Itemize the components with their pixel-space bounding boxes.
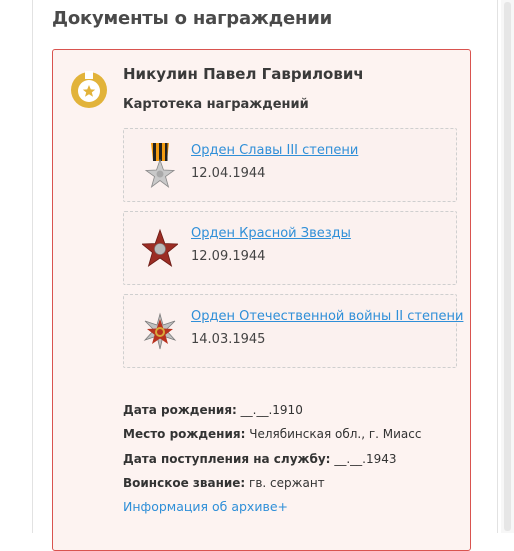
archive-info-link[interactable]: Информация об архиве+ bbox=[123, 499, 288, 514]
birth-date-row: Дата рождения: __.__.1910 bbox=[123, 403, 303, 417]
scrollbar-thumb[interactable] bbox=[504, 2, 511, 531]
rank-value: гв. сержант bbox=[249, 476, 325, 490]
rank-label: Воинское звание: bbox=[123, 476, 246, 490]
award-name-link[interactable]: Орден Отечественной войны II степени bbox=[191, 309, 463, 324]
award-date: 12.09.1944 bbox=[191, 249, 266, 264]
person-name: Никулин Павел Гаврилович bbox=[123, 65, 364, 83]
cardfile-title: Картотека награждений bbox=[123, 97, 309, 112]
award-item: Орден Отечественной войны II степени 14.… bbox=[123, 294, 463, 368]
award-item: Орден Красной Звезды 12.09.1944 bbox=[123, 211, 457, 285]
award-item: Орден Славы III степени 12.04.1944 bbox=[123, 128, 457, 202]
birth-place-value: Челябинская обл., г. Миасс bbox=[249, 427, 422, 441]
service-date-value: __.__.1943 bbox=[334, 452, 397, 466]
birth-date-value: __.__.1910 bbox=[240, 403, 303, 417]
birth-place-label: Место рождения: bbox=[123, 427, 246, 441]
order-of-glory-icon bbox=[144, 143, 176, 189]
award-date: 14.03.1945 bbox=[191, 332, 266, 347]
service-date-row: Дата поступления на службу: __.__.1943 bbox=[123, 452, 396, 466]
award-name-link[interactable]: Орден Славы III степени bbox=[191, 143, 358, 158]
section-title: Документы о награждении bbox=[52, 8, 333, 29]
birth-date-label: Дата рождения: bbox=[123, 403, 237, 417]
order-of-red-star-icon bbox=[142, 228, 178, 267]
birth-place-row: Место рождения: Челябинская обл., г. Миа… bbox=[123, 427, 421, 441]
award-name-link[interactable]: Орден Красной Звезды bbox=[191, 226, 351, 241]
medal-badge-icon bbox=[71, 71, 107, 108]
service-date-label: Дата поступления на службу: bbox=[123, 452, 331, 466]
rank-row: Воинское звание: гв. сержант bbox=[123, 476, 325, 490]
order-of-patriotic-war-icon bbox=[143, 312, 177, 350]
award-date: 12.04.1944 bbox=[191, 166, 266, 181]
